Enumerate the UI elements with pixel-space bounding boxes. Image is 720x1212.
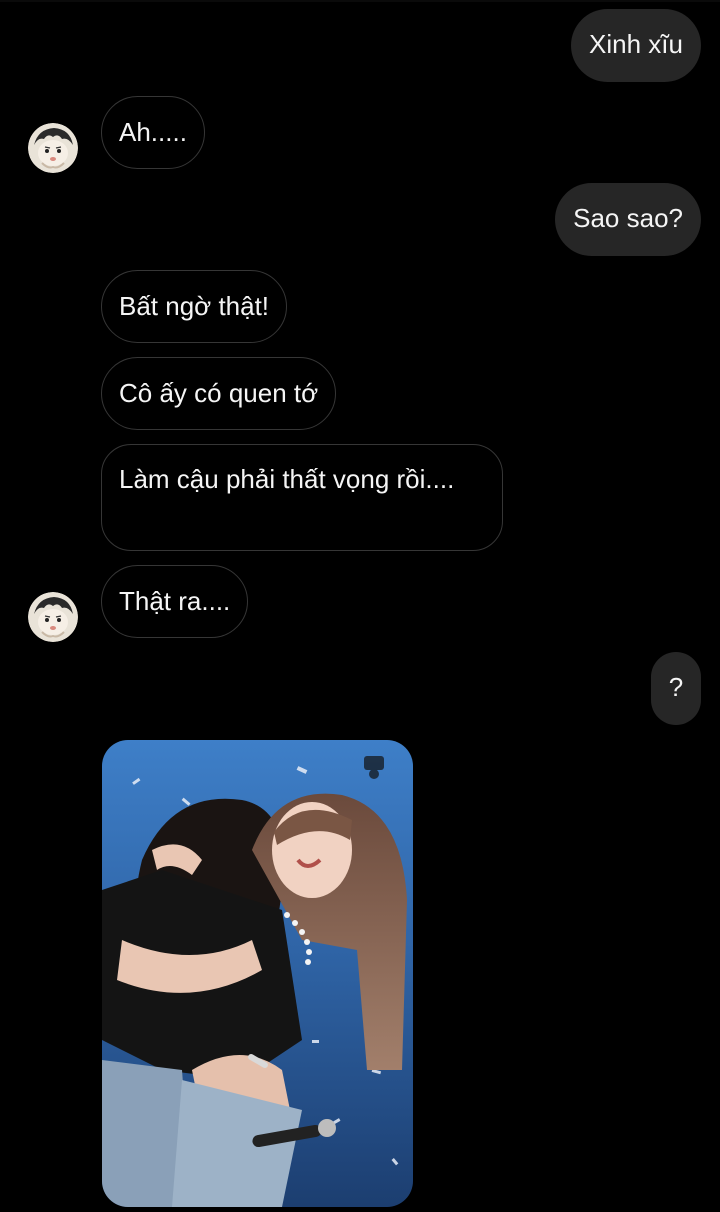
message-bubble-sent[interactable]: ? xyxy=(651,652,701,725)
message-bubble-received[interactable]: Ah..... xyxy=(101,96,205,169)
concert-photo-image xyxy=(102,740,413,1207)
header-divider xyxy=(0,0,720,2)
message-bubble-received[interactable]: Thật ra.... xyxy=(101,565,249,638)
message-bubble-received[interactable]: Bất ngờ thật! xyxy=(101,270,288,343)
message-bubble-received[interactable]: Làm cậu phải thất vọng rồi.... xyxy=(101,444,503,551)
shared-photo[interactable] xyxy=(102,740,413,1207)
sender-avatar[interactable] xyxy=(28,592,78,642)
cartoon-avatar-icon xyxy=(28,123,78,173)
message-bubble-sent[interactable]: Sao sao? xyxy=(555,183,701,256)
message-bubble-sent[interactable]: Xinh xĩu xyxy=(571,9,701,82)
sender-avatar[interactable] xyxy=(28,123,78,173)
message-bubble-received[interactable]: Cô ấy có quen tớ xyxy=(101,357,337,430)
cartoon-avatar-icon xyxy=(28,592,78,642)
